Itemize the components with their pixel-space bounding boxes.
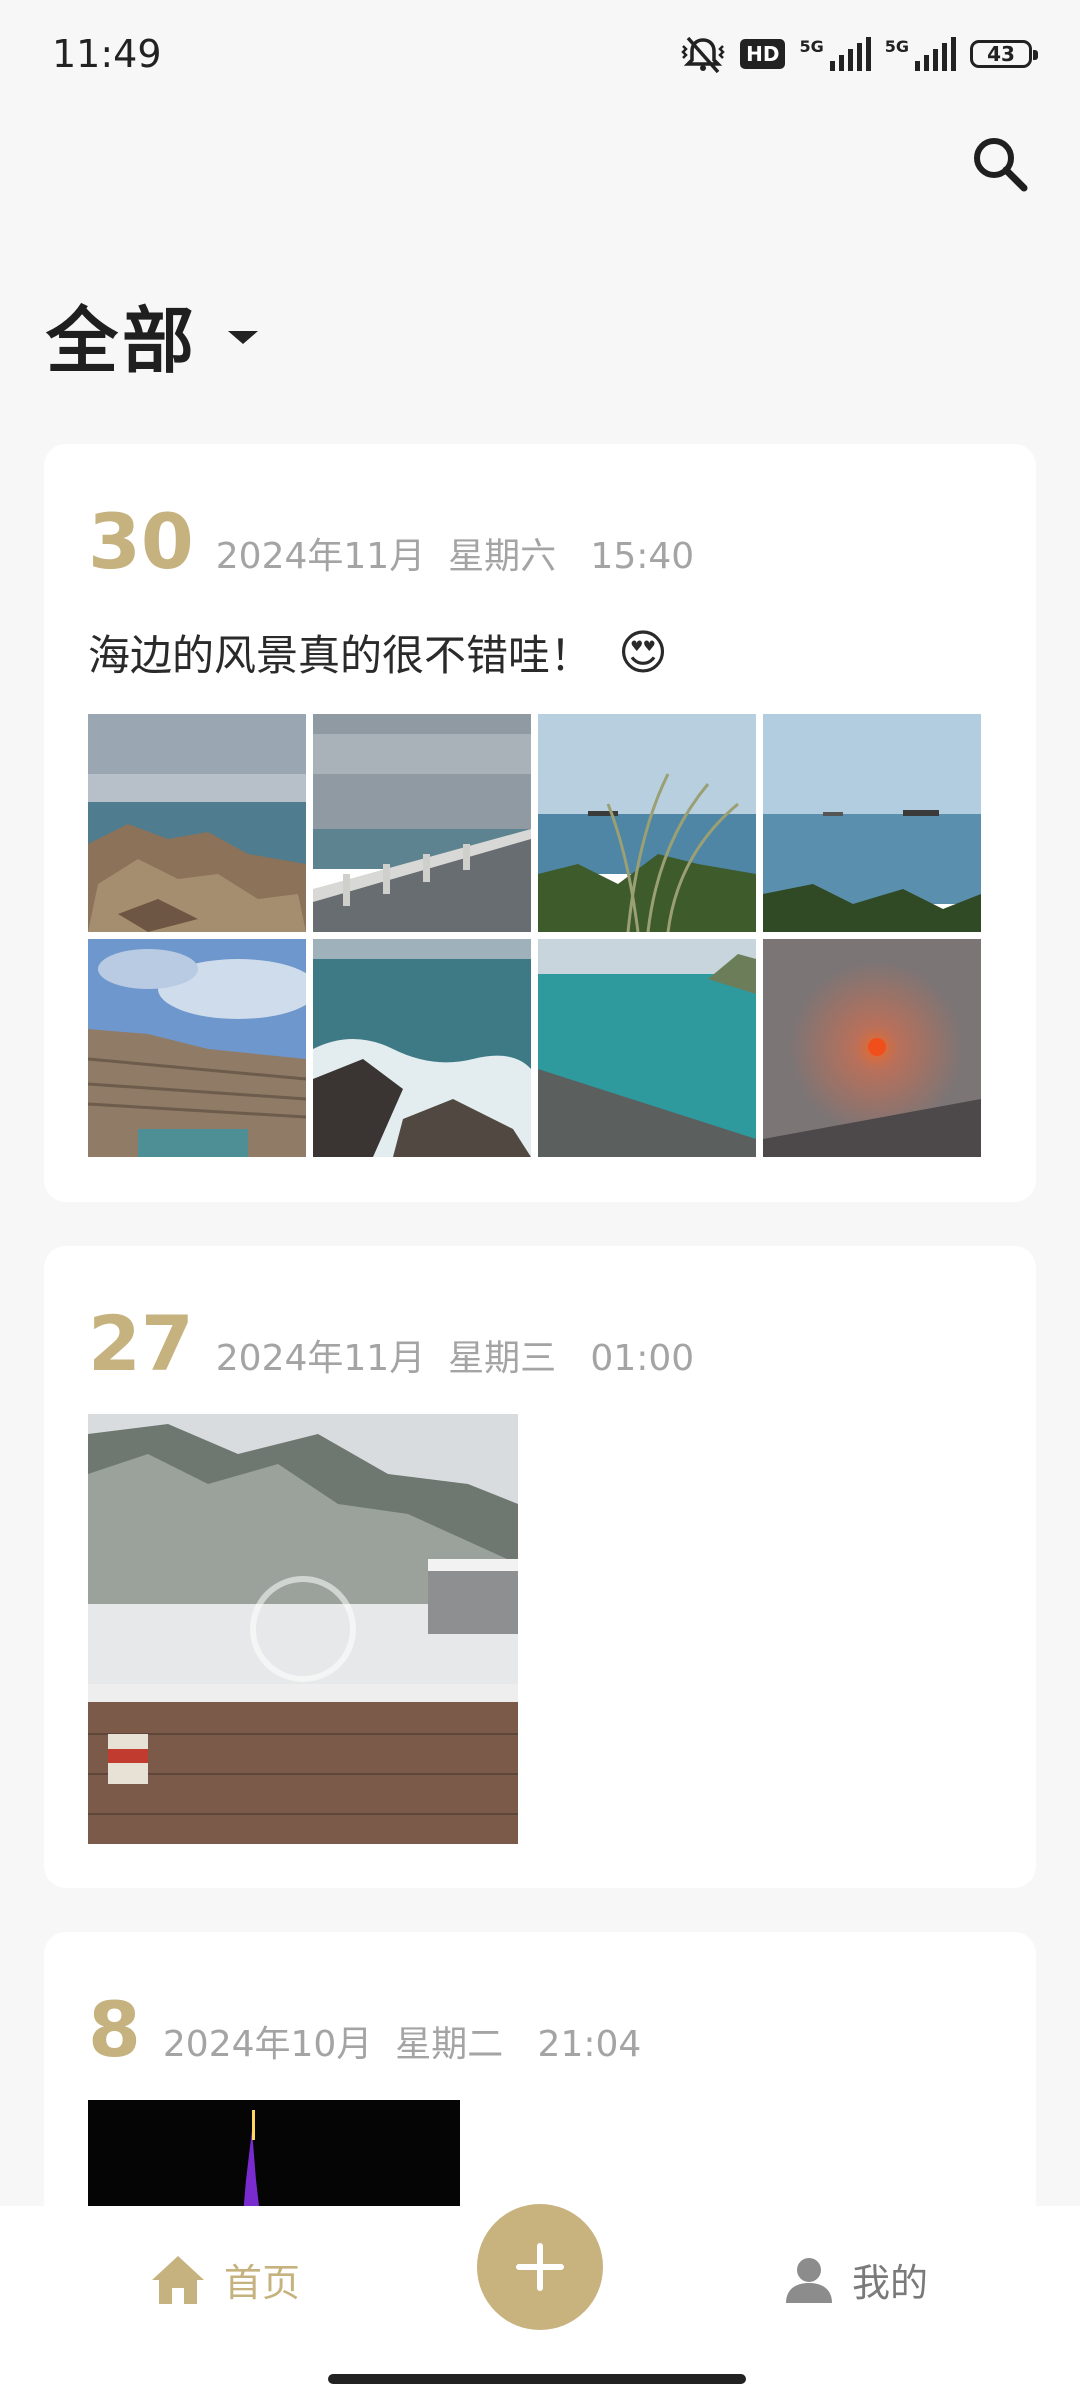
heart-eyes-emoji: 😍 (618, 624, 669, 681)
category-selector[interactable]: 全部 (46, 282, 259, 387)
ships-on-sea-image (763, 714, 981, 932)
network-type-label: 5G (884, 37, 909, 56)
nav-mine[interactable]: 我的 (784, 2252, 928, 2307)
status-bar: 11:49 HD 5G 5G 43 (0, 0, 1080, 110)
entry-date-time: 2024年10月 星期二 21:04 (162, 2024, 642, 2065)
caret-down-icon (228, 331, 259, 344)
entry-date-time: 2024年11月 星期六 15:40 (215, 536, 695, 577)
nav-mine-label: 我的 (852, 2261, 929, 2305)
search-icon (974, 138, 1028, 192)
status-icons: HD 5G 5G 43 (680, 34, 1038, 74)
hd-badge: HD (740, 39, 786, 69)
grass-by-sea-image (538, 714, 756, 932)
entry-text: 海边的风景真的很不错哇！ 😍 (88, 622, 668, 683)
entry-header: 30 2024年11月 星期六 15:40 (88, 504, 694, 580)
entry-day: 8 (88, 1985, 141, 2074)
plus-icon (516, 2243, 564, 2291)
home-indicator[interactable] (328, 2374, 746, 2384)
entry-day: 30 (88, 497, 194, 586)
photo-thumbnail[interactable] (313, 714, 531, 932)
add-entry-button[interactable] (477, 2204, 603, 2330)
entry-header: 27 2024年11月 星期三 01:00 (88, 1306, 694, 1382)
signal-icon: 5G (799, 37, 871, 71)
entry-date-time: 2024年11月 星期三 01:00 (215, 1338, 695, 1379)
quarry-lake-image (88, 939, 306, 1157)
photo-grid (88, 714, 981, 1157)
photo-thumbnail[interactable] (313, 939, 531, 1157)
diary-entry-card[interactable]: 30 2024年11月 星期六 15:40 海边的风景真的很不错哇！ 😍 (44, 444, 1036, 1202)
photo-thumbnail[interactable] (88, 1414, 518, 1844)
entry-header: 8 2024年10月 星期二 21:04 (88, 1992, 641, 2068)
mute-vibrate-icon (680, 34, 726, 74)
seaside-rocks-image (88, 714, 306, 932)
home-icon (152, 2255, 204, 2304)
snowy-village-image (88, 1414, 518, 1844)
photo-thumbnail[interactable] (88, 939, 306, 1157)
status-time: 11:49 (52, 32, 162, 76)
turquoise-sea-image (538, 939, 756, 1157)
photo-thumbnail[interactable] (538, 714, 756, 932)
nav-home[interactable]: 首页 (150, 2252, 300, 2307)
photo-thumbnail[interactable] (538, 939, 756, 1157)
photo-thumbnail[interactable] (763, 714, 981, 932)
signal-icon: 5G (885, 37, 956, 71)
battery-icon: 43 (970, 40, 1038, 68)
photo-thumbnail[interactable] (88, 714, 306, 932)
waves-on-rocks-image (313, 939, 531, 1157)
entry-text-content: 海边的风景真的很不错哇！ (88, 631, 593, 680)
nav-home-label: 首页 (224, 2261, 301, 2305)
cloudy-sea-railing-image (313, 714, 531, 932)
search-button[interactable] (966, 130, 1036, 200)
foggy-sunset-image (763, 939, 981, 1157)
photo-thumbnail[interactable] (763, 939, 981, 1157)
network-type-label: 5G (799, 37, 824, 56)
diary-entry-card[interactable]: 27 2024年11月 星期三 01:00 (44, 1246, 1036, 1888)
page-title: 全部 (46, 299, 199, 383)
entry-day: 27 (88, 1299, 194, 1388)
user-icon (786, 2257, 832, 2303)
